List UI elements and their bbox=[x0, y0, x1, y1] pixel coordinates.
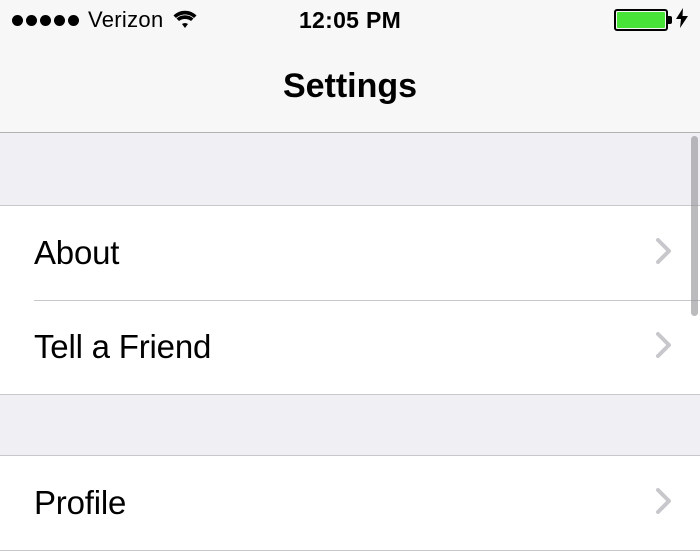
list-item-tell-a-friend[interactable]: Tell a Friend bbox=[0, 300, 700, 394]
list-item-profile[interactable]: Profile bbox=[0, 456, 700, 550]
chevron-right-icon bbox=[656, 488, 672, 519]
section-spacer bbox=[0, 395, 700, 455]
navigation-bar: Settings bbox=[0, 40, 700, 133]
list-item-label: About bbox=[34, 234, 119, 272]
list-group: About Tell a Friend bbox=[0, 205, 700, 395]
page-title: Settings bbox=[283, 67, 417, 106]
status-right bbox=[614, 8, 688, 33]
list-item-label: Profile bbox=[34, 484, 126, 522]
wifi-icon bbox=[173, 8, 197, 34]
list-group: Profile bbox=[0, 455, 700, 551]
chevron-right-icon bbox=[656, 238, 672, 269]
status-bar: Verizon 12:05 PM bbox=[0, 0, 700, 40]
content-area: About Tell a Friend Profile bbox=[0, 133, 700, 551]
list-item-about[interactable]: About bbox=[0, 206, 700, 300]
section-spacer bbox=[0, 133, 700, 205]
status-left: Verizon bbox=[12, 6, 197, 34]
signal-strength-icon bbox=[12, 15, 79, 26]
scrollbar-thumb[interactable] bbox=[691, 136, 698, 316]
charging-icon bbox=[676, 8, 688, 33]
status-time: 12:05 PM bbox=[299, 7, 401, 34]
chevron-right-icon bbox=[656, 332, 672, 363]
battery-icon bbox=[614, 9, 668, 31]
carrier-label: Verizon bbox=[88, 7, 163, 33]
list-item-label: Tell a Friend bbox=[34, 328, 211, 366]
